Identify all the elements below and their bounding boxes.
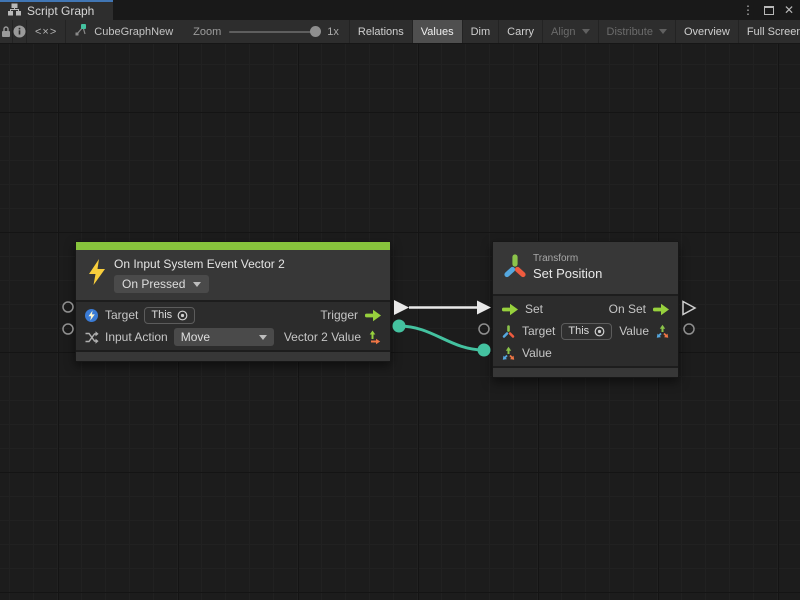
graph-toolbar: <×> CubeGraphNew Zoom 1x Relations Value… (0, 20, 800, 44)
lock-icon[interactable] (0, 20, 13, 43)
set-position-header[interactable]: Transform Set Position (493, 242, 678, 294)
graph-icon (74, 23, 88, 40)
graph-canvas[interactable]: On Input System Event Vector 2 On Presse… (0, 44, 800, 600)
graph-name: CubeGraphNew (94, 26, 173, 38)
input-action-dropdown[interactable]: Move (174, 328, 274, 346)
port-trigger-output[interactable] (394, 300, 409, 315)
wire-vector2-to-value[interactable] (399, 326, 484, 350)
port-vector2-value-output[interactable] (393, 320, 406, 333)
distribute-button[interactable]: Distribute (599, 20, 676, 43)
wire-arrowhead-icon (477, 301, 491, 315)
zoom-control: Zoom 1x (183, 20, 350, 43)
node-title: Set Position (533, 266, 666, 281)
port-chain-input-2[interactable] (63, 324, 73, 334)
port-label: Trigger (320, 308, 358, 322)
overview-button[interactable]: Overview (676, 20, 739, 43)
dim-button[interactable]: Dim (463, 20, 500, 43)
chevron-down-icon (659, 29, 667, 34)
target-dot-icon (177, 310, 188, 321)
port-label: Set (525, 302, 543, 316)
port-row-set: Set On Set (493, 298, 678, 320)
node-title: On Input System Event Vector 2 (114, 257, 380, 271)
zoom-slider-handle[interactable] (310, 26, 321, 37)
port-row-target: Target This Value (493, 320, 678, 342)
zoom-level: 1x (327, 26, 339, 38)
node-footer (493, 366, 678, 377)
lightning-bolt-icon (86, 258, 108, 289)
input-action-icon (84, 330, 99, 345)
carry-button[interactable]: Carry (499, 20, 543, 43)
port-on-set-output[interactable] (683, 302, 695, 315)
window-menu-icon[interactable]: ⋮ (742, 4, 754, 16)
script-graph-icon (8, 3, 21, 19)
event-type-dropdown[interactable]: On Pressed (114, 275, 209, 293)
relations-button[interactable]: Relations (350, 20, 413, 43)
zoom-label: Zoom (193, 26, 221, 38)
zoom-slider[interactable] (229, 31, 319, 33)
target-object-picker[interactable]: This (144, 307, 195, 324)
target-object-picker[interactable]: This (561, 323, 612, 340)
full-screen-button[interactable]: Full Screen (739, 20, 800, 43)
port-chain-input-1[interactable] (63, 302, 73, 312)
graph-breadcrumb[interactable]: CubeGraphNew (66, 20, 183, 43)
flow-arrow-icon (364, 309, 382, 322)
event-node-header[interactable]: On Input System Event Vector 2 On Presse… (76, 250, 390, 300)
align-button[interactable]: Align (543, 20, 598, 43)
values-button[interactable]: Values (413, 20, 463, 43)
transform-small-icon (501, 324, 516, 339)
port-target-input[interactable] (479, 324, 489, 334)
chevron-down-icon (582, 29, 590, 34)
node-category: Transform (533, 253, 666, 264)
transform-icon (503, 253, 527, 282)
target-dot-icon (594, 326, 605, 337)
chevron-down-icon (193, 282, 201, 287)
window-titlebar: Script Graph ⋮ ✕ (0, 0, 800, 20)
port-label: Value (522, 346, 552, 360)
chevron-down-icon (259, 335, 267, 340)
event-node-color-bar (76, 242, 390, 250)
port-row-target: Target This Trigger (76, 304, 390, 326)
port-row-value: Value (493, 342, 678, 364)
vector3-icon (655, 324, 670, 339)
vector3-icon (501, 346, 516, 361)
node-set-position[interactable]: Transform Set Position Set On Set (492, 241, 679, 378)
port-label: Target (522, 324, 555, 338)
flow-arrow-icon (652, 303, 670, 316)
port-label: Input Action (105, 330, 168, 344)
vector2-icon (367, 330, 382, 345)
window-close-icon[interactable]: ✕ (784, 4, 794, 16)
port-label: Target (105, 308, 138, 322)
node-on-input-system-event[interactable]: On Input System Event Vector 2 On Presse… (75, 241, 391, 362)
window-maximize-icon[interactable] (764, 6, 774, 15)
port-value-output[interactable] (684, 324, 694, 334)
port-label: On Set (609, 302, 646, 316)
flow-arrow-icon (501, 303, 519, 316)
port-label: Value (619, 324, 649, 338)
tab-script-graph[interactable]: Script Graph (0, 0, 113, 20)
node-footer (76, 350, 390, 361)
tab-title: Script Graph (27, 4, 94, 18)
port-value-input[interactable] (478, 344, 491, 357)
port-row-input-action: Input Action Move Vector 2 Value (76, 326, 390, 348)
event-target-icon (84, 308, 99, 323)
port-label: Vector 2 Value (284, 330, 361, 344)
code-preview-toggle[interactable]: <×> (27, 20, 66, 43)
info-icon[interactable] (13, 20, 27, 43)
